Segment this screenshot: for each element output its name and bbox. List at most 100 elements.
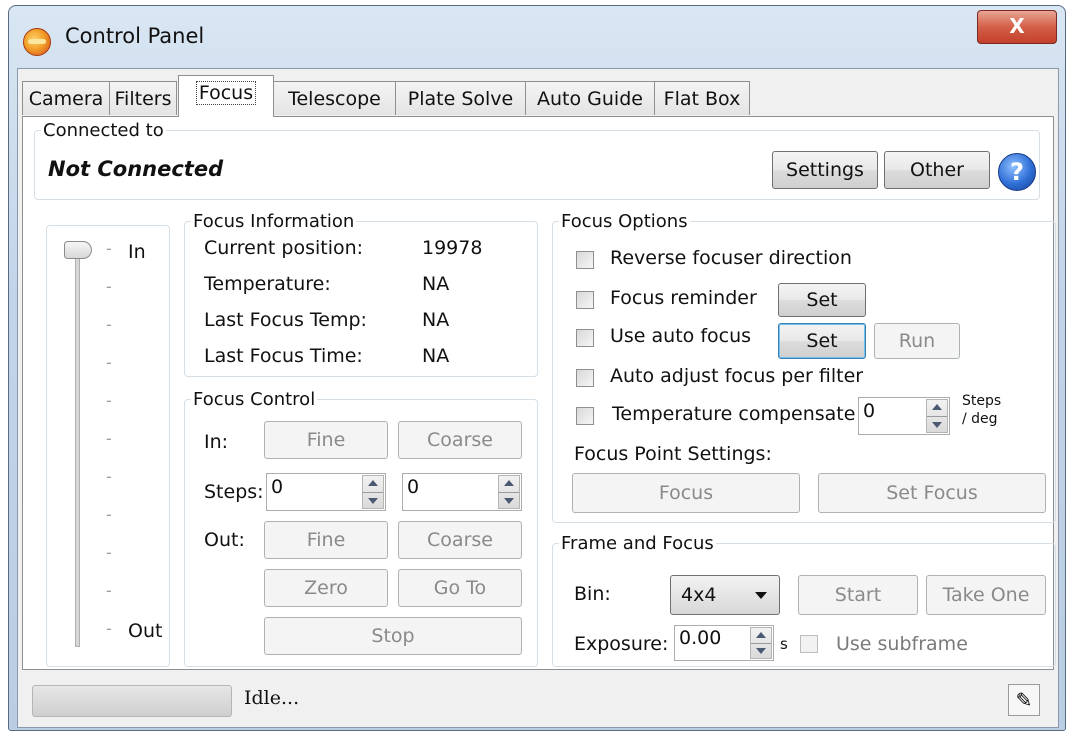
- reverse-direction-label: Reverse focuser direction: [610, 247, 852, 269]
- tab-filters[interactable]: Filters: [109, 81, 177, 115]
- slider-tick: -: [106, 543, 112, 562]
- focus-control-legend: Focus Control: [193, 389, 316, 410]
- focus-point-settings-label: Focus Point Settings:: [574, 443, 772, 465]
- last-focus-time-label: Last Focus Time:: [204, 345, 363, 367]
- start-button[interactable]: Start: [798, 575, 918, 615]
- auto-adjust-checkbox[interactable]: [576, 369, 594, 387]
- slider-tick: -: [106, 353, 112, 372]
- set-focus-button[interactable]: Set Focus: [818, 473, 1046, 513]
- settings-button[interactable]: Settings: [772, 151, 878, 189]
- slider-tick: -: [106, 467, 112, 486]
- connection-status: Not Connected: [48, 157, 224, 181]
- tab-flat-box[interactable]: Flat Box: [654, 81, 750, 115]
- window-title: Control Panel: [65, 24, 205, 48]
- last-focus-temp-value: NA: [422, 309, 450, 331]
- tab-label: Telescope: [288, 88, 381, 110]
- coarse-steps-spinner[interactable]: 0: [402, 473, 522, 511]
- fine-steps-value: 0: [271, 476, 284, 498]
- tab-label: Camera: [28, 88, 104, 110]
- temperature-value: NA: [422, 273, 450, 295]
- help-icon[interactable]: ?: [998, 153, 1036, 191]
- connection-legend: Connected to: [43, 120, 164, 141]
- per-deg-unit-label: / deg: [962, 411, 998, 427]
- exposure-label: Exposure:: [574, 633, 669, 655]
- focus-options-legend: Focus Options: [561, 211, 688, 232]
- tab-camera[interactable]: Camera: [22, 81, 110, 115]
- tab-focus[interactable]: Focus: [178, 75, 274, 117]
- tab-telescope[interactable]: Telescope: [273, 81, 396, 115]
- in-label: In:: [204, 431, 229, 453]
- tab-auto-guide[interactable]: Auto Guide: [525, 81, 655, 115]
- spinner-divider: [927, 416, 947, 417]
- auto-adjust-label: Auto adjust focus per filter: [610, 365, 864, 387]
- focus-information-legend: Focus Information: [193, 211, 355, 232]
- auto-focus-set-button[interactable]: Set: [778, 323, 866, 359]
- slider-out-label: Out: [128, 620, 163, 642]
- temp-compensate-value: 0: [863, 400, 876, 422]
- take-one-button[interactable]: Take One: [926, 575, 1046, 615]
- current-position-value: 19978: [422, 237, 483, 259]
- tab-label: Filters: [114, 88, 172, 110]
- tab-label: Auto Guide: [537, 88, 643, 110]
- slider-tick: -: [106, 581, 112, 600]
- fine-steps-spinner[interactable]: 0: [266, 473, 386, 511]
- focus-point-focus-button[interactable]: Focus: [572, 473, 800, 513]
- close-button[interactable]: X: [977, 10, 1057, 44]
- status-bar: Idle... ✎: [18, 671, 1058, 727]
- slider-tick: -: [106, 277, 112, 296]
- frame-and-focus-legend: Frame and Focus: [561, 533, 714, 554]
- spinner-divider: [751, 643, 771, 644]
- bin-label: Bin:: [574, 583, 611, 605]
- temperature-label: Temperature:: [204, 273, 331, 295]
- chevron-down-icon: [755, 592, 767, 599]
- auto-focus-checkbox[interactable]: [576, 329, 594, 347]
- slider-track: [75, 247, 80, 647]
- slider-tick: -: [106, 505, 112, 524]
- use-subframe-label: Use subframe: [836, 633, 968, 655]
- bin-dropdown[interactable]: 4x4: [670, 575, 780, 615]
- title-bar[interactable]: Control Panel X: [9, 6, 1065, 66]
- status-text: Idle...: [244, 687, 300, 709]
- last-focus-time-value: NA: [422, 345, 450, 367]
- slider-tick: -: [106, 429, 112, 448]
- current-position-label: Current position:: [204, 237, 364, 259]
- out-label: Out:: [204, 529, 245, 551]
- temp-compensate-spinner[interactable]: 0: [858, 397, 950, 435]
- reminder-set-button[interactable]: Set: [778, 283, 866, 317]
- out-coarse-button[interactable]: Coarse: [398, 521, 522, 559]
- app-icon: [23, 28, 51, 56]
- stop-button[interactable]: Stop: [264, 617, 522, 655]
- temp-compensate-label: Temperature compensate: [612, 403, 856, 425]
- pin-icon[interactable]: ✎: [1008, 684, 1040, 716]
- slider-tick: -: [106, 315, 112, 334]
- goto-button[interactable]: Go To: [398, 569, 522, 607]
- in-coarse-button[interactable]: Coarse: [398, 421, 522, 459]
- slider-tick: -: [106, 391, 112, 410]
- other-button[interactable]: Other: [884, 151, 990, 189]
- tab-label: Flat Box: [663, 88, 741, 110]
- spinner-divider: [363, 492, 383, 493]
- reverse-direction-checkbox[interactable]: [576, 251, 594, 269]
- auto-focus-label: Use auto focus: [610, 325, 752, 347]
- auto-focus-run-button[interactable]: Run: [874, 323, 960, 359]
- exposure-unit-label: s: [780, 635, 788, 653]
- use-subframe-checkbox[interactable]: [800, 635, 818, 653]
- focus-reminder-label: Focus reminder: [610, 287, 757, 309]
- exposure-spinner[interactable]: 0.00: [674, 625, 774, 661]
- tab-label: Focus: [195, 81, 257, 105]
- steps-label: Steps:: [204, 481, 264, 503]
- slider-tick: -: [106, 239, 112, 258]
- progress-bar: [32, 685, 232, 717]
- slider-tick: -: [106, 619, 112, 638]
- tab-plate-solve[interactable]: Plate Solve: [395, 81, 526, 115]
- spinner-divider: [499, 492, 519, 493]
- last-focus-temp-label: Last Focus Temp:: [204, 309, 367, 331]
- focus-reminder-checkbox[interactable]: [576, 291, 594, 309]
- temp-compensate-checkbox[interactable]: [576, 407, 594, 425]
- slider-in-label: In: [128, 241, 146, 263]
- slider-thumb[interactable]: [64, 241, 92, 259]
- out-fine-button[interactable]: Fine: [264, 521, 388, 559]
- in-fine-button[interactable]: Fine: [264, 421, 388, 459]
- zero-button[interactable]: Zero: [264, 569, 388, 607]
- coarse-steps-value: 0: [407, 476, 420, 498]
